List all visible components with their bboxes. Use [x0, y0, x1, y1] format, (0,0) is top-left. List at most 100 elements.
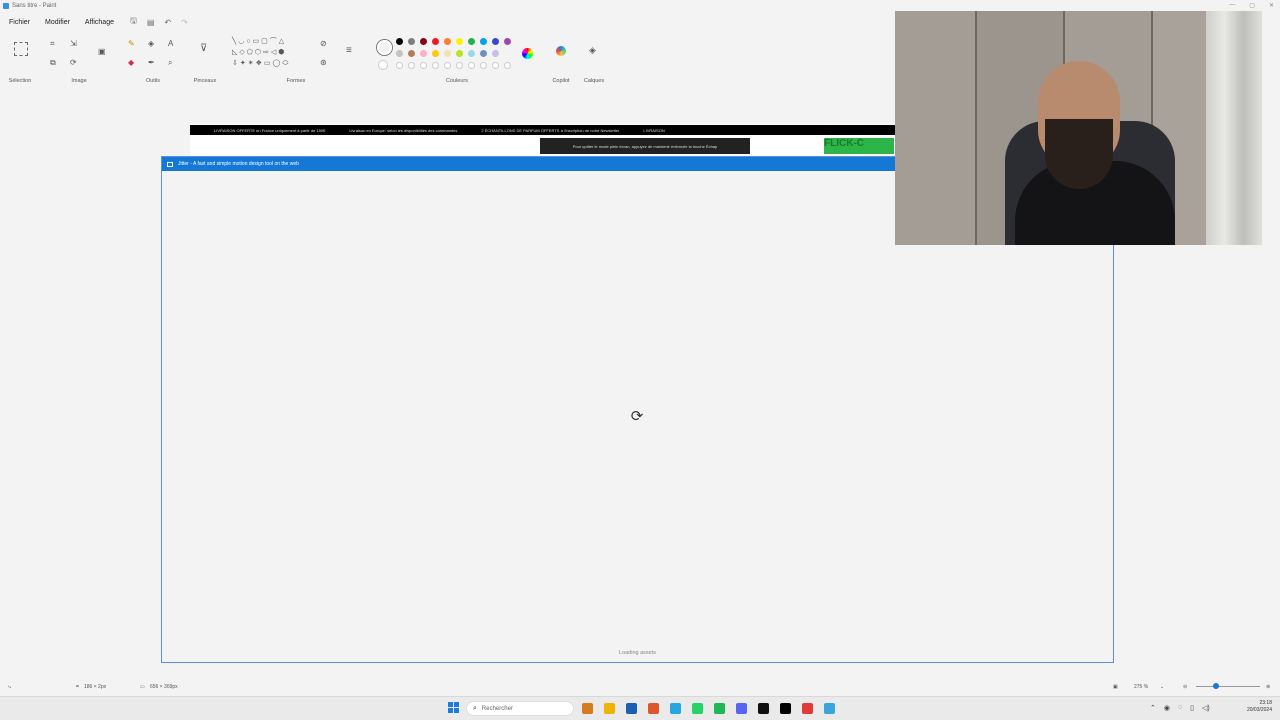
color-swatch[interactable] [396, 50, 403, 57]
color-swatch[interactable] [468, 62, 475, 69]
zoom-in-icon[interactable]: ⊕ [1266, 684, 1270, 690]
color-swatch[interactable] [444, 62, 451, 69]
resize-icon[interactable]: ⇲ [70, 40, 77, 48]
undo-icon[interactable]: ↶ [164, 18, 171, 27]
taskbar-app-icon[interactable] [758, 703, 769, 714]
group-selection: Sélection [0, 32, 40, 84]
save-icon[interactable]: 🖫 [130, 15, 137, 29]
color-swatch[interactable] [504, 62, 511, 69]
taskbar-app-icon[interactable] [780, 703, 791, 714]
selection-tool-icon[interactable] [14, 42, 28, 56]
crop-icon[interactable]: ⌗ [50, 40, 55, 48]
color-picker-icon[interactable]: ✒ [148, 59, 155, 67]
chevron-up-icon[interactable]: ⌃ [1150, 704, 1156, 712]
taskbar-app-icon[interactable] [736, 703, 747, 714]
taskbar-app-icon[interactable] [714, 703, 725, 714]
color-swatch[interactable] [408, 62, 415, 69]
shapes-row2-icon[interactable]: ◺◇⬠⬡⇨◁⬢ [232, 49, 286, 56]
color-swatch[interactable] [432, 62, 439, 69]
color-swatch[interactable] [456, 50, 463, 57]
color-swatch[interactable] [396, 62, 403, 69]
zoom-slider[interactable] [1196, 686, 1260, 687]
color-swatch[interactable] [480, 62, 487, 69]
color-swatch[interactable] [408, 50, 415, 57]
color-swatch[interactable] [444, 50, 451, 57]
clock[interactable]: 23:18 20/03/2024 [1247, 700, 1272, 714]
color-swatch[interactable] [456, 38, 463, 45]
taskbar-app-icon[interactable] [604, 703, 615, 714]
rotate-icon[interactable]: ⟳ [70, 59, 77, 67]
taskbar-app-icon[interactable] [824, 703, 835, 714]
color-swatch[interactable] [420, 62, 427, 69]
color-swatch[interactable] [420, 38, 427, 45]
color-swatch[interactable] [456, 62, 463, 69]
close-button[interactable]: ✕ [1269, 2, 1274, 9]
color-swatch[interactable] [480, 50, 487, 57]
layers-icon[interactable]: ◈ [589, 46, 596, 55]
menu-fichier[interactable]: Fichier [9, 19, 30, 26]
shapes-row3-icon[interactable]: ⇩✦✶❖▭◯⬭ [232, 60, 290, 67]
secondary-color-swatch[interactable] [378, 60, 388, 70]
taskbar-app-icon[interactable] [692, 703, 703, 714]
taskbar-app-icon[interactable] [802, 703, 813, 714]
zoom-out-icon[interactable]: ⊖ [1183, 684, 1187, 690]
color-swatch[interactable] [504, 38, 511, 45]
fill-icon[interactable]: ◈ [148, 40, 154, 48]
color-swatch[interactable] [492, 38, 499, 45]
copilot-icon[interactable] [556, 46, 566, 56]
loading-status-text: Loading assets [619, 650, 656, 656]
shape-fill-icon[interactable]: ⊛ [320, 59, 327, 67]
image-select-icon[interactable]: ▣ [98, 48, 106, 56]
person-beard [1045, 119, 1113, 189]
taskbar-app-icon[interactable] [582, 703, 593, 714]
wall-panel [895, 11, 977, 245]
size-icon[interactable]: ≡ [346, 46, 352, 56]
volume-icon[interactable]: ◁) [1202, 704, 1210, 712]
group-layers: ◈ Calques [580, 32, 608, 85]
window-controls: — ▢ ✕ [1229, 2, 1274, 9]
edit-colors-icon[interactable] [522, 48, 533, 59]
color-swatch[interactable] [432, 38, 439, 45]
color-swatch[interactable] [492, 62, 499, 69]
text-icon[interactable]: A [168, 40, 173, 48]
zoom-dropdown-icon[interactable]: ⌄ [1160, 684, 1164, 690]
taskbar-search[interactable]: ⌕ Rechercher [466, 701, 574, 716]
zoom-level[interactable]: 275 % [1134, 684, 1148, 690]
color-swatch[interactable] [432, 50, 439, 57]
menu-affichage[interactable]: Affichage [85, 19, 114, 26]
shapes-row1-icon[interactable]: ╲◡○▭▢⌒△ [232, 38, 286, 45]
color-swatch[interactable] [468, 50, 475, 57]
color-swatch[interactable] [420, 50, 427, 57]
skew-icon[interactable]: ⧉ [50, 59, 56, 67]
color-swatch[interactable] [468, 38, 475, 45]
primary-color-swatch[interactable] [377, 40, 392, 55]
network-icon[interactable]: ◌ [1178, 704, 1182, 712]
outline-icon[interactable]: ⊘ [320, 40, 327, 48]
color-swatch[interactable] [396, 38, 403, 45]
maximize-button[interactable]: ▢ [1249, 2, 1255, 9]
eraser-icon[interactable]: ◆ [128, 59, 134, 67]
color-swatch[interactable] [444, 38, 451, 45]
taskbar-app-icon[interactable] [626, 703, 637, 714]
color-swatch[interactable] [408, 38, 415, 45]
group-label: Couleurs [445, 78, 468, 84]
menu-modifier[interactable]: Modifier [45, 19, 70, 26]
group-copilot: Copilot [548, 32, 574, 84]
magnifier-icon[interactable]: ⌕ [168, 59, 172, 67]
battery-icon[interactable]: ▯ [1190, 704, 1194, 712]
minimize-button[interactable]: — [1229, 2, 1235, 9]
group-label: Outils [145, 78, 161, 84]
pencil-icon[interactable]: ✎ [128, 40, 135, 48]
color-swatch[interactable] [492, 50, 499, 57]
start-button[interactable] [448, 702, 460, 714]
open-icon[interactable]: ▤ [147, 18, 155, 27]
color-swatch[interactable] [480, 38, 487, 45]
taskbar-app-icon[interactable] [670, 703, 681, 714]
brush-icon[interactable]: ⊽ [200, 44, 207, 54]
redo-icon[interactable]: ↷ [181, 18, 188, 27]
taskbar-app-icon[interactable] [648, 703, 659, 714]
loading-spinner-icon: ⟳ [630, 408, 644, 425]
zoom-slider-handle[interactable] [1213, 683, 1219, 689]
copilot-tray-icon[interactable]: ◉ [1164, 704, 1170, 712]
fit-window-icon[interactable]: ▣ [1113, 684, 1118, 690]
